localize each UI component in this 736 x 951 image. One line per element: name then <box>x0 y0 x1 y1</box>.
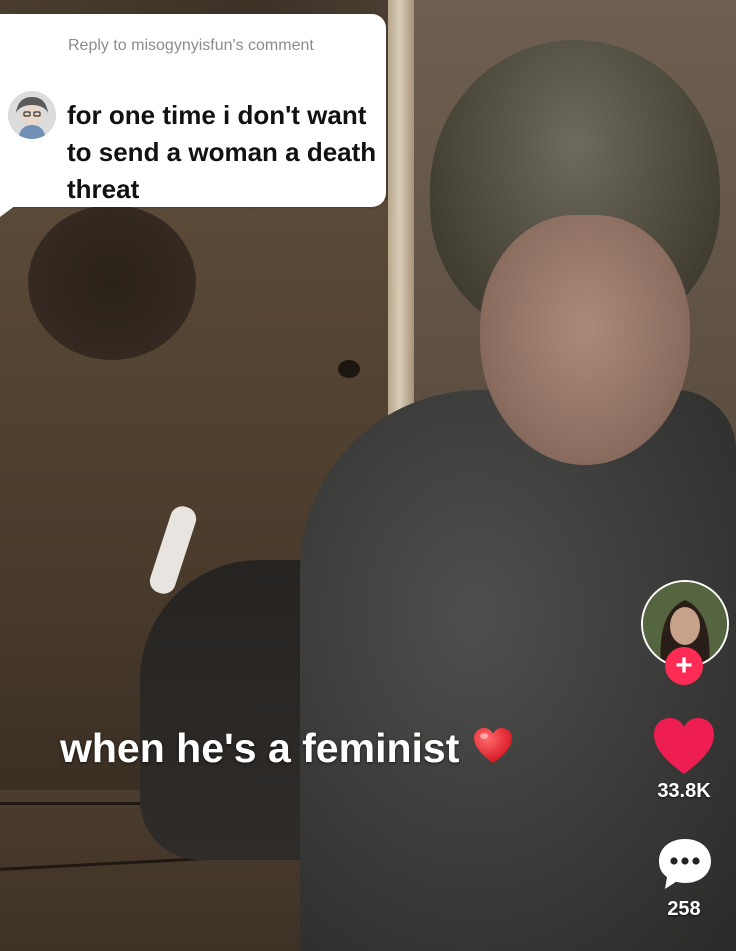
like-count: 33.8K <box>657 780 711 802</box>
reply-meta-text: Reply to misogynyisfun's comment <box>68 37 314 54</box>
like-button[interactable] <box>652 716 716 776</box>
plus-icon: + <box>675 649 693 682</box>
commenter-avatar <box>8 91 56 139</box>
video-background-door-knob <box>338 360 360 378</box>
caption-text: when he's a feminist <box>60 725 460 771</box>
follow-button[interactable]: + <box>665 647 703 685</box>
red-heart-emoji-icon <box>473 727 513 775</box>
comment-button[interactable] <box>656 836 714 892</box>
video-subject-face <box>480 215 690 465</box>
comment-count: 258 <box>667 898 701 920</box>
comment-bubble-icon <box>659 839 711 889</box>
video-player[interactable]: Reply to misogynyisfun's comment for one… <box>0 0 736 951</box>
reply-comment-sticker[interactable]: Reply to misogynyisfun's comment for one… <box>0 14 386 207</box>
video-caption: when he's a feminist <box>60 725 513 775</box>
reply-sticker-tail <box>0 205 16 217</box>
commenter-avatar-image <box>8 91 56 139</box>
heart-icon <box>654 718 714 774</box>
reply-comment-text: for one time i don't want to send a woma… <box>67 100 377 204</box>
video-background-door-frame <box>388 0 414 450</box>
video-background-wall-object <box>28 205 196 360</box>
